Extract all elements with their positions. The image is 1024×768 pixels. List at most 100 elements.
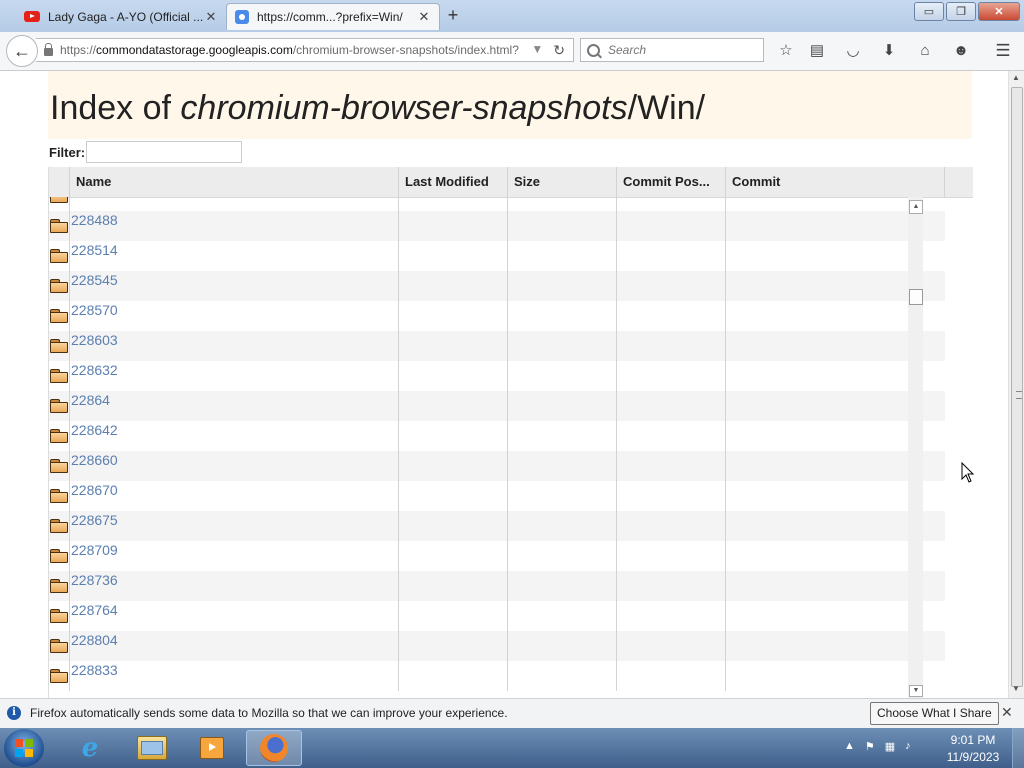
folder-link[interactable]: 228764 xyxy=(71,601,118,619)
url-text[interactable]: https://commondatastorage.googleapis.com… xyxy=(60,43,531,57)
folder-link[interactable]: 228545 xyxy=(71,271,118,289)
scroll-up-icon[interactable]: ▲ xyxy=(1012,73,1020,82)
hello-icon[interactable]: ☻ xyxy=(951,41,971,61)
table-cell xyxy=(69,331,399,361)
folder-link[interactable]: 228675 xyxy=(71,511,118,529)
table-cell xyxy=(398,631,508,661)
close-notification-icon[interactable]: ✕ xyxy=(1001,704,1013,721)
folder-link[interactable]: 228488 xyxy=(71,211,118,229)
pocket-icon[interactable]: ◡ xyxy=(843,41,863,61)
grid-header: Name Last Modified Size Commit Pos... Co… xyxy=(49,167,973,198)
new-tab-plus-icon[interactable]: + xyxy=(445,5,461,26)
show-desktop-button[interactable] xyxy=(1012,728,1024,768)
scroll-down-icon[interactable]: ▼ xyxy=(909,685,923,697)
table-cell xyxy=(69,211,399,241)
folder-icon xyxy=(50,519,68,533)
table-row: 22864 xyxy=(49,391,945,421)
scroll-thumb[interactable] xyxy=(909,289,923,305)
tab-close-icon[interactable]: ✕ xyxy=(204,9,218,25)
taskbar-windows-explorer[interactable] xyxy=(124,730,180,766)
folder-icon xyxy=(50,339,68,353)
reading-list-icon[interactable]: ▤ xyxy=(807,41,827,61)
taskbar-firefox[interactable] xyxy=(246,730,302,766)
folder-link[interactable]: 228514 xyxy=(71,241,118,259)
home-icon[interactable]: ⌂ xyxy=(915,41,935,61)
folder-link[interactable]: 228709 xyxy=(71,541,118,559)
table-cell xyxy=(69,241,399,271)
start-button[interactable] xyxy=(4,729,44,767)
back-button[interactable]: ← xyxy=(6,35,38,67)
table-row: 228670 xyxy=(49,481,945,511)
table-cell xyxy=(507,481,617,511)
table-cell xyxy=(507,661,617,691)
folder-link[interactable]: 228642 xyxy=(71,421,118,439)
folder-link[interactable]: 228833 xyxy=(71,661,118,679)
table-cell xyxy=(398,511,508,541)
menu-icon[interactable]: ☰ xyxy=(993,41,1013,61)
chromium-icon xyxy=(235,10,249,24)
folder-link[interactable]: 228736 xyxy=(71,571,118,589)
notification-bar: i Firefox automatically sends some data … xyxy=(0,698,1024,728)
scroll-down-icon[interactable]: ▼ xyxy=(1012,684,1020,693)
table-cell xyxy=(616,661,726,691)
table-row: 228709 xyxy=(49,541,945,571)
minimize-button[interactable]: ▭ xyxy=(914,2,944,21)
url-bar[interactable]: https://commondatastorage.googleapis.com… xyxy=(36,38,574,62)
grid-scrollbar[interactable]: ▲ ▼ xyxy=(908,197,923,698)
dropdown-arrow-icon[interactable]: ▼ xyxy=(531,42,543,59)
table-row: 228545 xyxy=(49,271,945,301)
bookmark-star-icon[interactable]: ☆ xyxy=(776,41,796,61)
table-cell xyxy=(69,451,399,481)
show-hidden-icons-icon[interactable]: ▲ xyxy=(844,740,855,753)
table-cell xyxy=(398,271,508,301)
lock-icon[interactable] xyxy=(44,43,53,56)
network-icon[interactable]: ▦ xyxy=(885,740,895,753)
choose-what-i-share-button[interactable]: Choose What I Share xyxy=(870,702,999,725)
column-header-commit-position[interactable]: Commit Pos... xyxy=(616,167,726,197)
table-cell xyxy=(507,301,617,331)
folder-link[interactable]: 228570 xyxy=(71,301,118,319)
reload-icon[interactable]: ↻ xyxy=(553,42,565,59)
tab-snapshots[interactable]: https://comm...?prefix=Win/ ✕ xyxy=(226,3,440,30)
table-cell xyxy=(507,601,617,631)
tab-youtube[interactable]: Lady Gaga - A-YO (Official ... ✕ xyxy=(16,3,226,30)
scroll-up-icon[interactable]: ▲ xyxy=(909,200,923,214)
folder-link[interactable]: 228632 xyxy=(71,361,118,379)
search-box[interactable] xyxy=(580,38,764,62)
action-center-icon[interactable]: ⚑ xyxy=(865,740,875,753)
table-cell xyxy=(398,421,508,451)
table-cell xyxy=(69,541,399,571)
youtube-icon xyxy=(24,11,40,22)
table-row: 228570 xyxy=(49,301,945,331)
search-input[interactable] xyxy=(606,42,760,58)
folder-link[interactable]: 228660 xyxy=(71,451,118,469)
maximize-button[interactable]: ❐ xyxy=(946,2,976,21)
clock-date: 11/9/2023 xyxy=(946,750,1000,764)
column-header-last-modified[interactable]: Last Modified xyxy=(398,167,508,197)
tab-close-icon[interactable]: ✕ xyxy=(417,9,431,25)
volume-muted-icon[interactable]: ♪ xyxy=(905,740,911,753)
folder-link[interactable]: 228456 xyxy=(71,197,118,199)
folder-icon xyxy=(50,309,68,323)
system-tray: ▲ ⚑ ▦ ♪ xyxy=(844,740,911,753)
page-scrollbar[interactable]: ▲ ▼ xyxy=(1008,71,1024,698)
folder-link[interactable]: 22864 xyxy=(71,391,110,409)
taskbar-media-player[interactable] xyxy=(184,730,240,766)
column-header-name[interactable]: Name xyxy=(69,167,399,197)
table-cell xyxy=(507,241,617,271)
downloads-icon[interactable]: ⬇ xyxy=(879,41,899,61)
folder-link[interactable]: 228603 xyxy=(71,331,118,349)
media-player-icon xyxy=(200,737,224,759)
clock[interactable]: 9:01 PM 11/9/2023 xyxy=(938,732,1008,766)
column-header-size[interactable]: Size xyxy=(507,167,617,197)
folder-link[interactable]: 228804 xyxy=(71,631,118,649)
table-cell xyxy=(398,481,508,511)
close-window-button[interactable]: ✕ xyxy=(978,2,1020,21)
filter-input[interactable] xyxy=(86,141,243,163)
table-cell xyxy=(398,601,508,631)
taskbar-internet-explorer[interactable]: e xyxy=(62,730,118,766)
folder-link[interactable]: 228670 xyxy=(71,481,118,499)
column-header-commit[interactable]: Commit xyxy=(725,167,945,197)
table-cell xyxy=(398,391,508,421)
scroll-thumb[interactable] xyxy=(1011,87,1023,687)
